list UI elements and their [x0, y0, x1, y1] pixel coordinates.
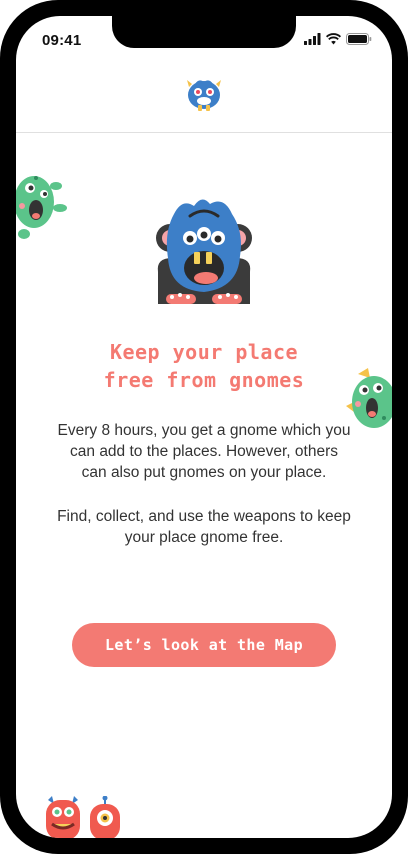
red-monster-icon — [46, 796, 80, 838]
headline-line-2: free from gnomes — [103, 368, 305, 392]
look-at-map-button[interactable]: Let’s look at the Map — [72, 623, 336, 667]
blue-monster-icon — [156, 199, 252, 304]
onboarding-paragraph-2: Find, collect, and use the weapons to ke… — [57, 508, 351, 546]
green-monster-icon — [16, 176, 67, 239]
app-screen: 09:41 Keep your place free from gnomes E… — [16, 16, 392, 838]
device-notch — [112, 16, 296, 48]
red-cyclops-monster-icon — [90, 796, 120, 838]
phone-frame: 09:41 Keep your place free from gnomes E… — [0, 0, 408, 854]
onboarding-headline: Keep your place free from gnomes — [16, 338, 392, 394]
wifi-icon — [326, 33, 341, 45]
onboarding-paragraph-1: Every 8 hours, you get a gnome which you… — [57, 422, 351, 481]
blue-monster-logo-icon — [187, 80, 221, 111]
headline-line-1: Keep your place — [109, 340, 299, 364]
battery-icon — [346, 33, 372, 45]
app-header — [16, 56, 392, 133]
status-time: 09:41 — [42, 32, 82, 49]
signal-icon — [304, 33, 321, 45]
status-icons — [304, 32, 372, 46]
